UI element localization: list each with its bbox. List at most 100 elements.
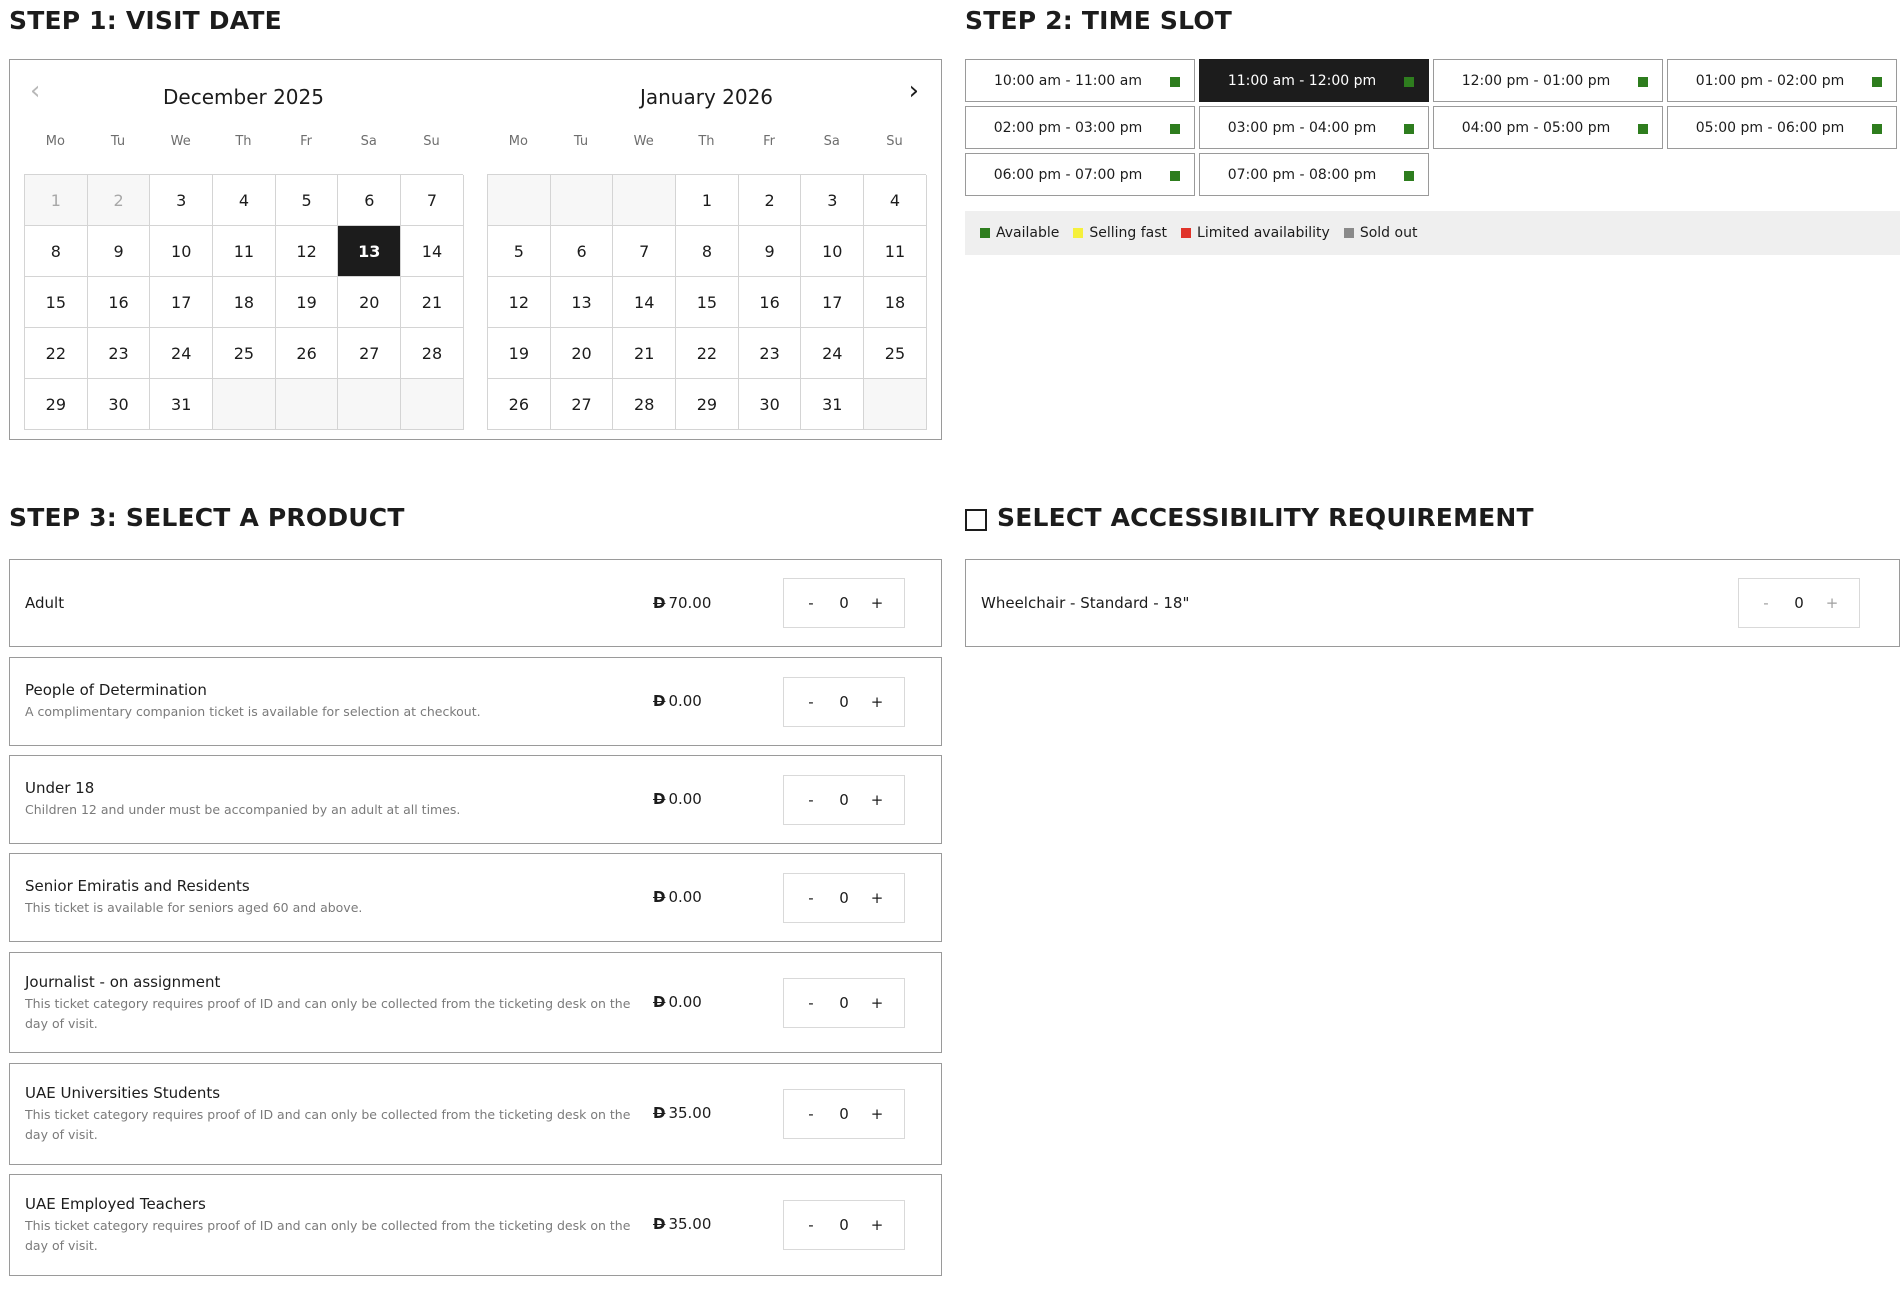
quantity-stepper: - 0 + [783, 978, 905, 1028]
decrement-button[interactable]: - [804, 889, 818, 907]
timeslot-button[interactable]: 07:00 pm - 08:00 pm [1199, 153, 1429, 196]
increment-button[interactable]: + [870, 889, 884, 907]
day-cell[interactable]: 29 [25, 379, 88, 430]
day-cell[interactable]: 9 [87, 226, 151, 277]
day-cell[interactable]: 14 [613, 277, 677, 328]
increment-button[interactable]: + [870, 791, 884, 809]
day-cell[interactable]: 13 [550, 277, 614, 328]
weekday-label: Su [886, 134, 903, 149]
day-cell[interactable]: 26 [275, 328, 339, 379]
day-cell[interactable]: 4 [864, 175, 927, 226]
increment-button[interactable]: + [1825, 594, 1839, 612]
quantity-stepper: - 0 + [1738, 578, 1860, 628]
day-cell[interactable]: 6 [550, 226, 614, 277]
increment-button[interactable]: + [870, 994, 884, 1012]
timeslot-button[interactable]: 01:00 pm - 02:00 pm [1667, 59, 1897, 102]
day-cell[interactable]: 4 [213, 175, 276, 226]
day-cell[interactable]: 10 [150, 226, 214, 277]
decrement-button[interactable]: - [804, 791, 818, 809]
day-cell[interactable]: 18 [864, 277, 927, 328]
timeslot-button[interactable]: 04:00 pm - 05:00 pm [1433, 106, 1663, 149]
day-cell[interactable]: 19 [488, 328, 551, 379]
day-cell[interactable]: 22 [676, 328, 739, 379]
day-cell[interactable]: 14 [401, 226, 464, 277]
day-cell[interactable]: 12 [275, 226, 339, 277]
timeslot-button[interactable]: 10:00 am - 11:00 am [965, 59, 1195, 102]
day-cell[interactable]: 3 [150, 175, 214, 226]
accessibility-checkbox[interactable] [965, 509, 987, 531]
timeslot-button[interactable]: 03:00 pm - 04:00 pm [1199, 106, 1429, 149]
product-description: This ticket category requires proof of I… [25, 1107, 631, 1142]
timeslot-button[interactable]: 02:00 pm - 03:00 pm [965, 106, 1195, 149]
empty-day-cell [864, 379, 927, 430]
day-cell[interactable]: 18 [213, 277, 276, 328]
day-cell[interactable]: 16 [738, 277, 802, 328]
price-amount: 70.00 [668, 594, 712, 612]
currency-symbol: D [653, 1104, 666, 1122]
day-cell[interactable]: 9 [738, 226, 802, 277]
day-cell[interactable]: 30 [87, 379, 151, 430]
day-cell[interactable]: 7 [401, 175, 464, 226]
decrement-button[interactable]: - [804, 693, 818, 711]
day-cell[interactable]: 31 [150, 379, 214, 430]
day-cell[interactable]: 2 [738, 175, 802, 226]
day-cell[interactable]: 12 [488, 277, 551, 328]
day-cell[interactable]: 5 [488, 226, 551, 277]
day-cell[interactable]: 29 [676, 379, 739, 430]
day-cell[interactable]: 10 [801, 226, 865, 277]
day-cell[interactable]: 28 [613, 379, 677, 430]
day-cell[interactable]: 3 [801, 175, 865, 226]
increment-button[interactable]: + [870, 1216, 884, 1234]
day-cell[interactable]: 8 [25, 226, 88, 277]
decrement-button[interactable]: - [804, 594, 818, 612]
increment-button[interactable]: + [870, 594, 884, 612]
day-cell[interactable]: 25 [213, 328, 276, 379]
decrement-button[interactable]: - [804, 1216, 818, 1234]
increment-button[interactable]: + [870, 1105, 884, 1123]
decrement-button[interactable]: - [1759, 594, 1773, 612]
timeslot-button[interactable]: 11:00 am - 12:00 pm [1199, 59, 1429, 102]
day-cell[interactable]: 20 [338, 277, 402, 328]
day-cell[interactable]: 31 [801, 379, 865, 430]
day-cell[interactable]: 27 [338, 328, 402, 379]
day-cell[interactable]: 11 [864, 226, 927, 277]
day-cell[interactable]: 30 [738, 379, 802, 430]
day-cell[interactable]: 8 [676, 226, 739, 277]
day-cell[interactable]: 7 [613, 226, 677, 277]
decrement-button[interactable]: - [804, 994, 818, 1012]
day-cell[interactable]: 1 [676, 175, 739, 226]
day-cell[interactable]: 24 [150, 328, 214, 379]
product-price: D 35.00 [653, 1215, 711, 1233]
day-cell[interactable]: 15 [25, 277, 88, 328]
day-cell[interactable]: 24 [801, 328, 865, 379]
currency-symbol: D [653, 790, 666, 808]
day-cell[interactable]: 13 [338, 226, 402, 277]
day-cell[interactable]: 17 [801, 277, 865, 328]
day-cell[interactable]: 20 [550, 328, 614, 379]
decrement-button[interactable]: - [804, 1105, 818, 1123]
day-cell[interactable]: 25 [864, 328, 927, 379]
day-cell[interactable]: 19 [275, 277, 339, 328]
day-cell[interactable]: 23 [87, 328, 151, 379]
day-cell[interactable]: 28 [401, 328, 464, 379]
day-cell[interactable]: 15 [676, 277, 739, 328]
day-cell[interactable]: 6 [338, 175, 402, 226]
timeslot-button[interactable]: 12:00 pm - 01:00 pm [1433, 59, 1663, 102]
day-cell[interactable]: 17 [150, 277, 214, 328]
product-card: People of Determination A complimentary c… [9, 657, 942, 746]
day-cell[interactable]: 26 [488, 379, 551, 430]
day-cell[interactable]: 21 [613, 328, 677, 379]
day-cell[interactable]: 27 [550, 379, 614, 430]
timeslot-button[interactable]: 06:00 pm - 07:00 pm [965, 153, 1195, 196]
quantity-value: 0 [839, 1105, 849, 1123]
day-cell[interactable]: 22 [25, 328, 88, 379]
day-cell[interactable]: 23 [738, 328, 802, 379]
increment-button[interactable]: + [870, 693, 884, 711]
timeslot-label: 02:00 pm - 03:00 pm [993, 119, 1143, 136]
timeslot-button[interactable]: 05:00 pm - 06:00 pm [1667, 106, 1897, 149]
day-cell[interactable]: 5 [275, 175, 339, 226]
day-cell[interactable]: 16 [87, 277, 151, 328]
day-cell[interactable]: 21 [401, 277, 464, 328]
availability-indicator [1170, 124, 1180, 134]
day-cell[interactable]: 11 [213, 226, 276, 277]
